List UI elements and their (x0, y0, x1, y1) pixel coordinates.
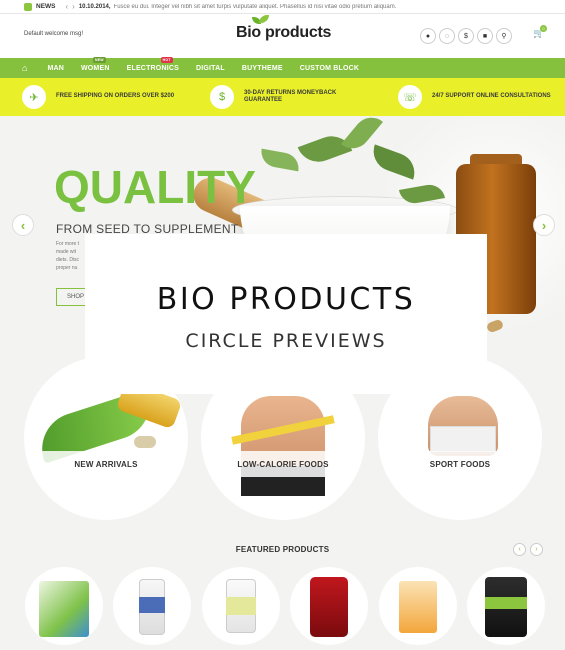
featured-prev-button[interactable]: ‹ (513, 543, 526, 556)
logo-text: Bio products (236, 24, 332, 41)
category-label: LOW-CALORIE FOODS (237, 460, 329, 469)
pill-image (134, 436, 156, 448)
main-nav: ⌂ MAN WOMEN NEW ELECTRONICS HOT DIGITAL BU… (0, 56, 565, 78)
ticker-prev-icon[interactable]: ‹ (66, 2, 69, 11)
chat-icon[interactable]: ◌ (439, 28, 455, 44)
overlay-subtitle: CIRCLE PREVIEWS (185, 330, 387, 352)
product-item[interactable] (290, 567, 368, 645)
product-item[interactable] (202, 567, 280, 645)
featured-products: FEATURED PRODUCTS ‹ › (0, 533, 565, 650)
leaf-icon (259, 15, 269, 23)
overlay-title: BIO PRODUCTS (156, 282, 416, 317)
sports-top-image (430, 426, 496, 452)
product-label-image (226, 597, 256, 615)
welcome-message: Default welcome msg! (24, 31, 84, 37)
header-icons: ● ◌ $ ■ ⚲ (420, 28, 512, 44)
nav-item-buytheme[interactable]: BUYTHEME (242, 65, 283, 72)
user-icon[interactable]: ● (420, 28, 436, 44)
currency-icon[interactable]: $ (458, 28, 474, 44)
news-date: 10.10.2014, (78, 3, 111, 10)
category-label: SPORT FOODS (429, 460, 491, 469)
hero-heading: QUALITY (54, 161, 256, 213)
plane-icon: ✈ (22, 85, 46, 109)
features-bar: ✈ FREE SHIPPING ON ORDERS OVER $200 $ 30… (0, 78, 565, 116)
support-icon: ☏ (398, 85, 422, 109)
product-item[interactable] (25, 567, 103, 645)
preview-overlay: BIO PRODUCTS CIRCLE PREVIEWS (85, 234, 487, 394)
herb-image (258, 148, 302, 172)
feature-returns: $ 30-DAY RETURNS MONEYBACK GUARANTEE (188, 85, 376, 109)
featured-next-button[interactable]: › (530, 543, 543, 556)
slider-next-button[interactable]: › (533, 214, 555, 236)
featured-title: FEATURED PRODUCTS (235, 545, 330, 554)
product-label-image (485, 597, 527, 609)
site-header: Default welcome msg! Bio products ● ◌ $ … (0, 14, 565, 58)
site-logo[interactable]: Bio products (236, 15, 332, 42)
feature-text: FREE SHIPPING ON ORDERS OVER $200 (56, 93, 175, 100)
product-image (310, 577, 348, 637)
herb-image (297, 130, 353, 168)
product-item[interactable] (113, 567, 191, 645)
news-ticker: NEWS ‹ › 10.10.2014, Fusce eu dui. Integ… (0, 0, 565, 14)
new-badge: NEW (92, 56, 106, 63)
cart-count: 0 (540, 25, 547, 32)
nav-item-women[interactable]: WOMEN NEW (81, 56, 110, 72)
hot-badge: HOT (160, 56, 173, 63)
search-icon[interactable]: ⚲ (496, 28, 512, 44)
product-item[interactable] (467, 567, 545, 645)
feature-text: 24/7 SUPPORT ONLINE CONSULTATIONS (432, 93, 551, 100)
product-image (39, 581, 89, 637)
nav-item-man[interactable]: MAN (47, 65, 64, 72)
ticker-next-icon[interactable]: › (72, 2, 75, 11)
nav-item-custom-block[interactable]: CUSTOM BLOCK (300, 65, 359, 72)
product-label-image (139, 597, 165, 613)
feature-support: ☏ 24/7 SUPPORT ONLINE CONSULTATIONS (376, 85, 564, 109)
news-label: NEWS (36, 3, 56, 10)
news-icon (24, 2, 32, 11)
nav-item-electronics[interactable]: ELECTRONICS HOT (127, 56, 179, 72)
cart-button[interactable]: 🛒 0 (533, 25, 547, 44)
menu-icon[interactable]: ■ (477, 28, 493, 44)
feature-shipping: ✈ FREE SHIPPING ON ORDERS OVER $200 (0, 85, 188, 109)
category-label: NEW ARRIVALS (74, 460, 138, 469)
news-text[interactable]: Fusce eu dui. Integer vel nibh sit amet … (114, 4, 514, 10)
feature-text: 30-DAY RETURNS MONEYBACK GUARANTEE (244, 89, 337, 104)
home-icon[interactable]: ⌂ (22, 63, 27, 73)
slider-prev-button[interactable]: ‹ (12, 214, 34, 236)
nav-item-digital[interactable]: DIGITAL (196, 65, 225, 72)
product-image (399, 581, 437, 633)
money-icon: $ (210, 85, 234, 109)
hero-body: For more t made wit diets. Disc proper n… (56, 241, 80, 271)
product-item[interactable] (379, 567, 457, 645)
